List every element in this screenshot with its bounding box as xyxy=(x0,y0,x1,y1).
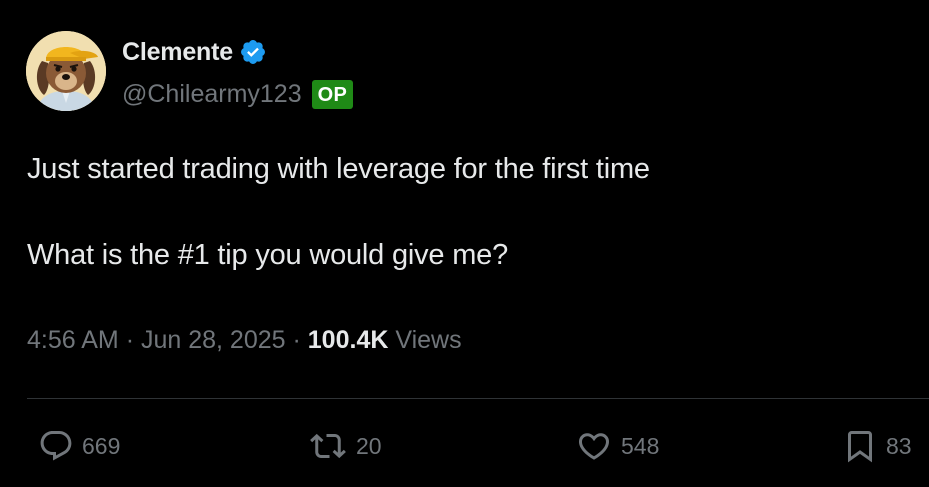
repost-icon xyxy=(310,433,346,459)
views-label: Views xyxy=(395,326,462,354)
reply-button[interactable]: 669 xyxy=(38,424,120,468)
like-count: 548 xyxy=(621,432,660,459)
verified-badge-icon[interactable] xyxy=(239,38,267,66)
avatar-image xyxy=(26,31,106,111)
repost-count: 20 xyxy=(356,432,382,459)
views-count: 100.4K xyxy=(307,326,389,354)
tweet-date[interactable]: Jun 28, 2025 xyxy=(141,326,286,355)
tweet-text: Just started trading with leverage for t… xyxy=(27,153,650,271)
meta-separator: · xyxy=(125,326,135,354)
reply-icon xyxy=(40,431,72,461)
divider xyxy=(27,398,929,399)
avatar[interactable] xyxy=(26,31,106,111)
tweet-meta: 4:56 AM · Jun 28, 2025 · 100.4K Views xyxy=(27,326,462,355)
bookmark-icon xyxy=(848,431,872,463)
user-handle[interactable]: @Chilearmy123 xyxy=(122,80,302,109)
repost-button[interactable]: 20 xyxy=(308,424,382,468)
display-name[interactable]: Clemente xyxy=(122,38,233,67)
bookmark-count: 83 xyxy=(886,432,912,459)
like-button[interactable]: 548 xyxy=(575,424,659,468)
author-handle-row: @Chilearmy123 OP xyxy=(122,76,354,112)
heart-icon xyxy=(578,433,610,460)
bookmark-button[interactable]: 83 xyxy=(842,424,912,468)
op-badge: OP xyxy=(311,79,354,109)
author-name-row: Clemente xyxy=(122,36,267,68)
tweet-time[interactable]: 4:56 AM xyxy=(27,326,119,355)
meta-separator: · xyxy=(292,326,301,354)
reply-count: 669 xyxy=(82,432,121,459)
